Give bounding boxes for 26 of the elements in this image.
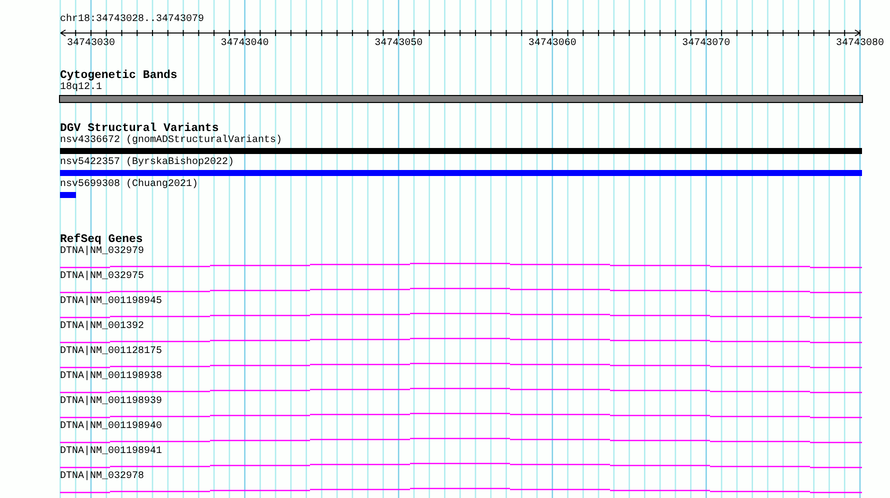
ruler-label: 34743060 — [528, 38, 576, 50]
variant-label: nsv4336672 (gnomADStructuralVariants) — [60, 135, 282, 147]
ruler-label: 34743070 — [682, 38, 730, 50]
ruler-label: 34743040 — [220, 38, 269, 50]
gene-label: DTNA|NM_001198939 — [60, 396, 162, 408]
region-label: chr18:34743028..34743079 — [60, 14, 204, 26]
band-label: 18q12.1 — [60, 82, 102, 94]
gene-label: DTNA|NM_032979 — [60, 246, 144, 258]
ruler-label: 34743030 — [67, 38, 115, 50]
gene-label: DTNA|NM_001392 — [60, 321, 144, 333]
ruler-label: 34743080 — [836, 38, 884, 50]
gene-label: DTNA|NM_001198945 — [60, 296, 162, 308]
ruler-label: 34743050 — [374, 38, 423, 50]
gene-label: DTNA|NM_001198938 — [60, 371, 162, 383]
gene-label: DTNA|NM_001198940 — [60, 421, 162, 433]
variant-bar[interactable] — [60, 192, 76, 198]
band-bar[interactable] — [59, 95, 863, 103]
track-title: Cytogenetic Bands — [60, 70, 178, 82]
track-title: DGV Structural Variants — [60, 123, 219, 135]
gene-label: DTNA|NM_032975 — [60, 271, 144, 283]
variant-label: nsv5699308 (Chuang2021) — [60, 179, 198, 191]
gene-label: DTNA|NM_001198941 — [60, 446, 162, 458]
track-title: RefSeq Genes — [60, 234, 143, 246]
gene-label: DTNA|NM_032978 — [60, 471, 144, 483]
variant-label: nsv5422357 (ByrskaBishop2022) — [60, 157, 234, 169]
gene-label: DTNA|NM_001128175 — [60, 346, 162, 358]
